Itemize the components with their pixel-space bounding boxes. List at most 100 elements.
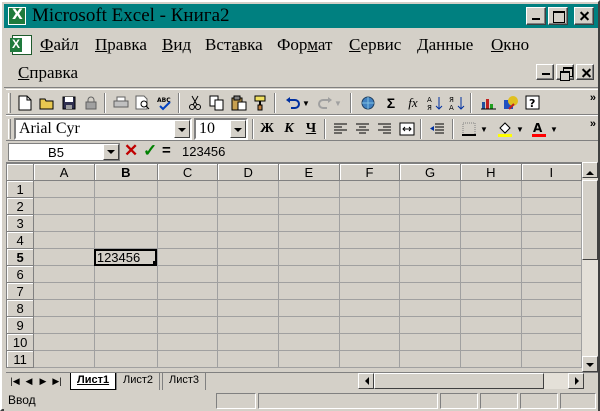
hyperlink-icon[interactable]	[358, 92, 380, 114]
cell-h4[interactable]	[459, 231, 522, 249]
cell-c10[interactable]	[156, 333, 219, 351]
paste-icon[interactable]	[228, 92, 250, 114]
cell-f3[interactable]	[338, 214, 401, 232]
cell-e1[interactable]	[278, 180, 340, 198]
cell-f4[interactable]	[338, 231, 401, 249]
cell-i9[interactable]	[520, 316, 582, 334]
cell-e2[interactable]	[278, 197, 340, 215]
last-sheet-icon[interactable]: ▶|	[50, 374, 64, 389]
cell-e5[interactable]	[278, 248, 340, 266]
cell-a5[interactable]	[33, 248, 95, 266]
cell-f11[interactable]	[338, 350, 401, 368]
cell-h3[interactable]	[459, 214, 522, 232]
cell-i4[interactable]	[520, 231, 582, 249]
menu-window[interactable]: Окно	[491, 35, 529, 55]
bold-button[interactable]: Ж	[256, 118, 278, 140]
menu-view[interactable]: Вид	[162, 35, 191, 55]
vertical-scroll-thumb[interactable]	[582, 180, 598, 260]
row-header-7[interactable]: 7	[6, 282, 35, 300]
cell-a4[interactable]	[33, 231, 95, 249]
save-icon[interactable]	[58, 92, 80, 114]
cell-g3[interactable]	[399, 214, 461, 232]
cell-f10[interactable]	[338, 333, 401, 351]
cell-f2[interactable]	[338, 197, 401, 215]
cell-d11[interactable]	[217, 350, 280, 368]
cell-b10[interactable]	[93, 333, 158, 351]
select-all-corner[interactable]	[6, 163, 35, 181]
cell-h2[interactable]	[459, 197, 522, 215]
cell-b2[interactable]	[93, 197, 158, 215]
cell-d6[interactable]	[217, 265, 280, 283]
confirm-entry-icon[interactable]: ✓	[143, 141, 157, 161]
menu-insert[interactable]: Вставка	[205, 35, 263, 55]
row-header-10[interactable]: 10	[6, 333, 35, 351]
cell-g4[interactable]	[399, 231, 461, 249]
cell-g2[interactable]	[399, 197, 461, 215]
cell-d4[interactable]	[217, 231, 280, 249]
workbook-icon[interactable]	[10, 35, 32, 55]
menu-tools[interactable]: Сервис	[349, 35, 401, 55]
name-box[interactable]: B5	[8, 143, 120, 161]
scroll-down-button[interactable]	[582, 356, 598, 372]
vertical-scrollbar[interactable]	[582, 162, 598, 372]
cell-b3[interactable]	[93, 214, 158, 232]
menu-format[interactable]: Формат	[277, 35, 332, 55]
cell-b11[interactable]	[93, 350, 158, 368]
cell-g5[interactable]	[399, 248, 461, 266]
fill-color-dropdown-icon[interactable]: ▼	[514, 118, 526, 140]
cell-h1[interactable]	[459, 180, 522, 198]
sort-descending-icon[interactable]: ЯA	[446, 92, 468, 114]
cancel-entry-icon[interactable]: ✕	[124, 141, 138, 161]
cell-a10[interactable]	[33, 333, 95, 351]
chart-wizard-icon[interactable]	[478, 92, 500, 114]
cell-h7[interactable]	[459, 282, 522, 300]
cell-e8[interactable]	[278, 299, 340, 317]
cell-i11[interactable]	[520, 350, 582, 368]
cell-f7[interactable]	[338, 282, 401, 300]
sheet-tab-2[interactable]: Лист2	[116, 373, 161, 390]
cell-c2[interactable]	[156, 197, 219, 215]
cell-i2[interactable]	[520, 197, 582, 215]
cell-a6[interactable]	[33, 265, 95, 283]
excel-app-icon[interactable]	[8, 7, 26, 25]
cell-f5[interactable]	[338, 248, 401, 266]
cell-e4[interactable]	[278, 231, 340, 249]
font-name-dropdown[interactable]	[174, 120, 190, 138]
cut-icon[interactable]	[184, 92, 206, 114]
row-header-3[interactable]: 3	[6, 214, 35, 232]
scroll-right-button[interactable]	[568, 373, 584, 389]
cell-c5[interactable]	[156, 248, 219, 266]
cell-c4[interactable]	[156, 231, 219, 249]
align-right-icon[interactable]	[374, 118, 396, 140]
horizontal-scroll-thumb[interactable]	[374, 373, 544, 389]
row-header-1[interactable]: 1	[6, 180, 35, 198]
cell-d7[interactable]	[217, 282, 280, 300]
format-painter-icon[interactable]	[250, 92, 272, 114]
horizontal-scrollbar[interactable]	[358, 373, 584, 389]
cell-c6[interactable]	[156, 265, 219, 283]
cell-b6[interactable]	[93, 265, 158, 283]
cell-i6[interactable]	[520, 265, 582, 283]
cell-e3[interactable]	[278, 214, 340, 232]
decrease-indent-icon[interactable]	[426, 118, 448, 140]
print-icon[interactable]	[110, 92, 132, 114]
cell-i7[interactable]	[520, 282, 582, 300]
title-bar[interactable]: Microsoft Excel - Книга2	[4, 4, 598, 28]
cell-i1[interactable]	[520, 180, 582, 198]
cell-a7[interactable]	[33, 282, 95, 300]
cell-a3[interactable]	[33, 214, 95, 232]
column-header-g[interactable]: G	[399, 163, 461, 181]
cell-a8[interactable]	[33, 299, 95, 317]
row-header-6[interactable]: 6	[6, 265, 35, 283]
toolbar-grip[interactable]	[8, 93, 11, 113]
close-button[interactable]	[574, 7, 594, 25]
font-size-box[interactable]: 10	[194, 118, 248, 140]
cell-i8[interactable]	[520, 299, 582, 317]
cell-a1[interactable]	[33, 180, 95, 198]
cell-c3[interactable]	[156, 214, 219, 232]
scroll-left-button[interactable]	[358, 373, 374, 389]
edit-formula-button[interactable]: =	[162, 142, 171, 159]
scroll-up-button[interactable]	[582, 162, 598, 178]
row-header-9[interactable]: 9	[6, 316, 35, 334]
new-icon[interactable]	[14, 92, 36, 114]
